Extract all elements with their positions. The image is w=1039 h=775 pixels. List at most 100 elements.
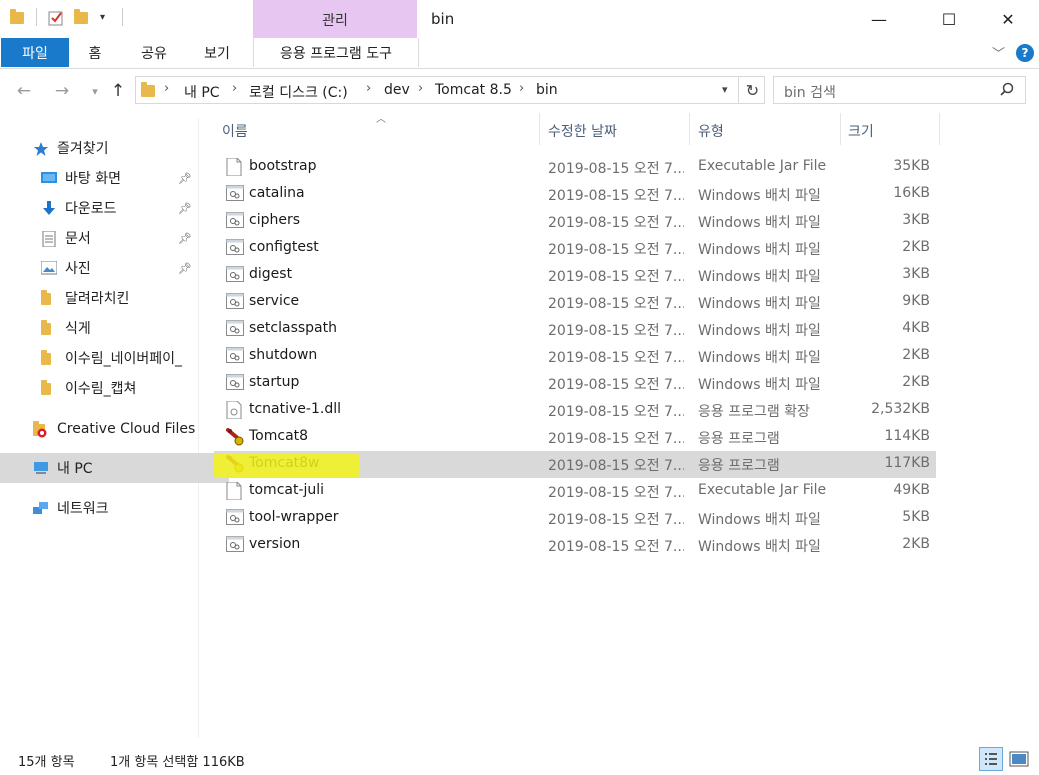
properties-icon[interactable] (48, 10, 64, 26)
chevron-right-icon[interactable]: › (366, 81, 371, 96)
file-row[interactable]: catalina 2019-08-15 오전 7... Windows 배치 파일 1… (214, 181, 936, 208)
chevron-right-icon[interactable]: › (519, 81, 524, 96)
search-icon[interactable] (1000, 82, 1014, 100)
folder-icon (41, 380, 57, 395)
column-divider[interactable] (689, 113, 690, 145)
refresh-icon[interactable]: ↻ (738, 77, 766, 103)
close-button[interactable]: ✕ (985, 0, 1031, 38)
file-row[interactable]: tomcat-juli 2019-08-15 오전 7... Executable … (214, 478, 936, 505)
dll-file-icon (226, 400, 242, 420)
batch-file-icon (226, 320, 244, 338)
file-row[interactable]: digest 2019-08-15 오전 7... Windows 배치 파일 3KB (214, 262, 936, 289)
column-divider[interactable] (939, 113, 940, 145)
file-row[interactable]: shutdown 2019-08-15 오전 7... Windows 배치 파일 2… (214, 343, 936, 370)
file-name: version (249, 536, 301, 552)
sidebar-item-folder[interactable]: 이수림_캡쳐 (0, 373, 237, 403)
tab-application-tools[interactable]: 응용 프로그램 도구 (253, 38, 419, 67)
maximize-button[interactable]: ☐ (926, 0, 972, 38)
file-type: Windows 배치 파일 (698, 377, 821, 393)
pin-icon[interactable]: 📌︎ (178, 232, 192, 245)
tab-share[interactable]: 공유 (134, 38, 174, 67)
sidebar-item-label: 사진 (65, 261, 91, 277)
expand-ribbon-icon[interactable]: ﹀ (992, 43, 1005, 62)
pin-icon[interactable]: 📌︎ (178, 262, 192, 275)
file-row[interactable]: bootstrap 2019-08-15 오전 7... Executable Ja… (214, 154, 936, 181)
column-header-type[interactable]: 유형 (698, 121, 724, 141)
sidebar-item-label: 바탕 화면 (65, 171, 121, 187)
address-dropdown-icon[interactable]: ▾ (722, 83, 728, 96)
file-name: service (249, 293, 300, 309)
details-view-button[interactable] (979, 747, 1003, 771)
column-header-name[interactable]: 이름 (222, 121, 248, 141)
recent-locations-icon[interactable]: ▾ (84, 80, 106, 102)
file-date: 2019-08-15 오전 7... (548, 539, 684, 555)
file-type: 응용 프로그램 (698, 458, 780, 474)
tab-home[interactable]: 홈 (80, 38, 110, 67)
sidebar-item-quick-access[interactable]: 즐겨찾기 (0, 133, 229, 163)
file-name: tool-wrapper (249, 509, 339, 525)
file-size: 3KB (902, 212, 930, 228)
file-name: bootstrap (249, 158, 317, 174)
column-divider[interactable] (539, 113, 540, 145)
sidebar-item-creative-cloud[interactable]: Creative Cloud Files (0, 414, 229, 444)
batch-file-icon (226, 239, 244, 257)
qa-divider (122, 8, 123, 26)
file-row[interactable]: Tomcat8 2019-08-15 오전 7... 응용 프로그램 114KB (214, 424, 936, 451)
folder-icon[interactable] (10, 9, 26, 26)
up-arrow-icon[interactable]: ↑ (107, 80, 129, 102)
qa-customize-icon[interactable]: ▾ (100, 12, 105, 23)
download-icon (41, 201, 57, 215)
sidebar-item-folder[interactable]: 이수림_네이버페이_ (0, 343, 237, 373)
sidebar-item-network[interactable]: 네트워크 (0, 493, 229, 523)
minimize-button[interactable]: — (856, 0, 902, 38)
breadcrumb-dev[interactable]: dev (384, 82, 410, 98)
large-icons-view-icon (1009, 751, 1029, 767)
file-row[interactable]: service 2019-08-15 오전 7... Windows 배치 파일 9K… (214, 289, 936, 316)
file-type: Windows 배치 파일 (698, 188, 821, 204)
file-name: catalina (249, 185, 305, 201)
creative-cloud-icon (33, 421, 49, 438)
file-type: Windows 배치 파일 (698, 323, 821, 339)
file-row[interactable]: tool-wrapper 2019-08-15 오전 7... Windows 배치… (214, 505, 936, 532)
chevron-right-icon[interactable]: › (232, 81, 237, 96)
file-row[interactable]: configtest 2019-08-15 오전 7... Windows 배치 파… (214, 235, 936, 262)
breadcrumb-tomcat[interactable]: Tomcat 8.5 (435, 82, 512, 98)
file-row[interactable]: version 2019-08-15 오전 7... Windows 배치 파일 2K… (214, 532, 936, 559)
large-icons-view-button[interactable] (1008, 749, 1030, 769)
chevron-right-icon[interactable]: › (418, 81, 423, 96)
sidebar-item-documents[interactable]: 문서 📌︎ (0, 223, 237, 253)
file-type: Executable Jar File (698, 158, 827, 174)
column-divider[interactable] (840, 113, 841, 145)
forward-arrow-icon[interactable]: → (51, 80, 73, 102)
file-row[interactable]: setclasspath 2019-08-15 오전 7... Windows 배치… (214, 316, 936, 343)
sidebar-item-desktop[interactable]: 바탕 화면 📌︎ (0, 163, 237, 193)
sidebar-item-downloads[interactable]: 다운로드 📌︎ (0, 193, 237, 223)
sidebar-item-folder[interactable]: 달려라치킨 (0, 283, 237, 313)
tab-view[interactable]: 보기 (197, 38, 237, 67)
file-date: 2019-08-15 오전 7... (548, 188, 684, 204)
file-name: shutdown (249, 347, 318, 363)
help-icon[interactable]: ? (1016, 44, 1034, 62)
file-row[interactable]: ciphers 2019-08-15 오전 7... Windows 배치 파일 3K… (214, 208, 936, 235)
sidebar-item-this-pc[interactable]: 내 PC (0, 453, 229, 483)
pin-icon[interactable]: 📌︎ (178, 202, 192, 215)
pin-icon[interactable]: 📌︎ (178, 172, 192, 185)
column-header-size[interactable]: 크기 (848, 121, 874, 141)
breadcrumb-this-pc[interactable]: 내 PC (184, 82, 220, 102)
file-size: 2,532KB (871, 401, 930, 417)
file-row[interactable]: tcnative-1.dll 2019-08-15 오전 7... 응용 프로그램 … (214, 397, 936, 424)
breadcrumb-local-disk[interactable]: 로컬 디스크 (C:) (249, 82, 348, 102)
new-folder-icon[interactable] (74, 9, 90, 26)
file-type: Windows 배치 파일 (698, 215, 821, 231)
sidebar-item-folder[interactable]: 식게 (0, 313, 237, 343)
chevron-right-icon[interactable]: › (164, 81, 169, 96)
breadcrumb-bin[interactable]: bin (536, 82, 558, 98)
column-header-date[interactable]: 수정한 날짜 (548, 121, 617, 141)
batch-file-icon (226, 212, 244, 230)
sidebar-item-label: Creative Cloud Files (57, 421, 196, 437)
file-row[interactable]: startup 2019-08-15 오전 7... Windows 배치 파일 2K… (214, 370, 936, 397)
back-arrow-icon[interactable]: ← (13, 80, 35, 102)
batch-file-icon (226, 266, 244, 284)
tab-file[interactable]: 파일 (1, 38, 69, 67)
sidebar-item-pictures[interactable]: 사진 📌︎ (0, 253, 237, 283)
